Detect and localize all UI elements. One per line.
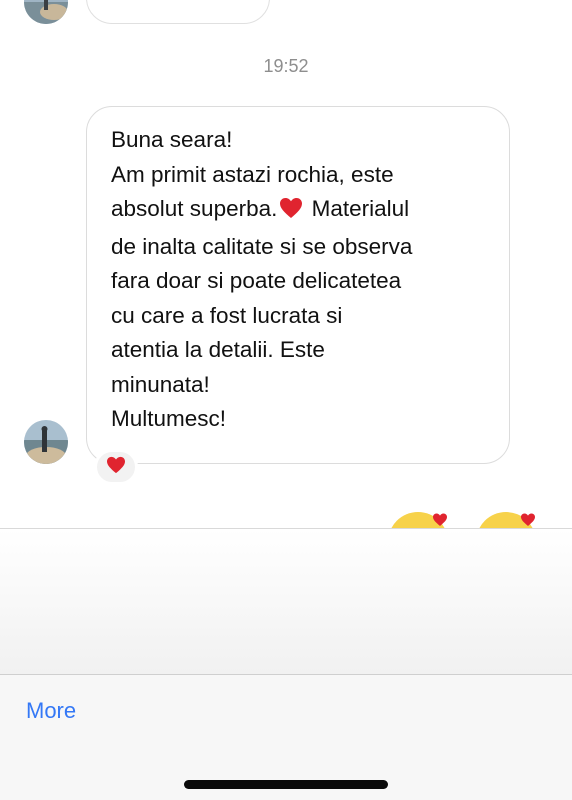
reaction-badge[interactable]: [94, 449, 138, 485]
message-line: Am primit astazi rochia, este: [111, 161, 394, 187]
avatar[interactable]: [24, 0, 68, 24]
message-line: atentia la detalii. Este: [111, 337, 325, 362]
red-heart-icon: [279, 195, 303, 230]
screen: 19:52 Buna seara! Am primit astazi rochi…: [0, 0, 572, 800]
divider: [0, 674, 572, 675]
message-text: Materialul: [305, 196, 410, 221]
more-button[interactable]: More: [26, 698, 76, 724]
previous-message-bubble[interactable]: [86, 0, 270, 24]
action-sheet-header: [0, 528, 572, 674]
message-line: de inalta calitate si se observa: [111, 233, 413, 259]
chat-thread[interactable]: 19:52 Buna seara! Am primit astazi rochi…: [0, 0, 572, 528]
message-timestamp: 19:52: [263, 56, 309, 76]
message-bubble[interactable]: Buna seara! Am primit astazi rochia, est…: [86, 106, 510, 464]
message-line: Multumesc!: [111, 406, 227, 431]
sender-avatar[interactable]: [24, 420, 68, 464]
home-indicator[interactable]: [184, 780, 388, 789]
avatar-photo-icon: [24, 420, 68, 464]
message-line: fara doar si poate delicatetea: [111, 268, 402, 293]
message-line: minunata!: [111, 371, 210, 397]
message-line: Buna seara!: [111, 127, 233, 152]
red-heart-icon: [106, 456, 126, 479]
heart-eyes-emoji-icon[interactable]: [476, 508, 542, 528]
message-text: absolut superba.: [111, 196, 278, 221]
heart-eyes-emoji-icon[interactable]: [388, 508, 454, 528]
message-line: absolut superba. Materialul: [111, 192, 489, 230]
avatar-photo-icon: [24, 0, 68, 24]
message-line: cu care a fost lucrata si: [111, 302, 343, 328]
action-sheet: More: [0, 528, 572, 800]
